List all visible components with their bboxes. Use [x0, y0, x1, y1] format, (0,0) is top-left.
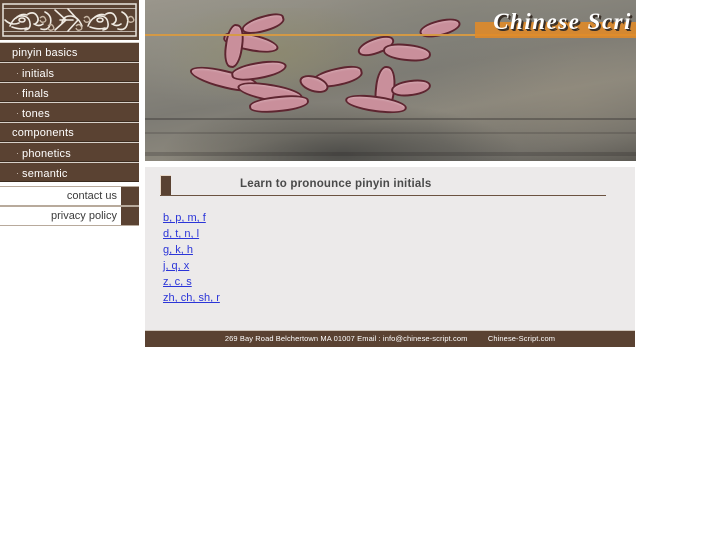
list-item: d, t, n, l	[163, 225, 220, 241]
banner: Chinese Scri	[145, 0, 636, 161]
sidebar-item-initials[interactable]: · initials	[0, 62, 139, 82]
content-panel: Learn to pronounce pinyin initials b, p,…	[145, 167, 635, 330]
square-marker-icon	[121, 207, 139, 225]
section-heading: Learn to pronounce pinyin initials	[160, 175, 620, 199]
rock-strata-line	[145, 132, 636, 134]
sidebar-item-label: pinyin basics	[12, 47, 78, 59]
sidebar-item-contact-us[interactable]: contact us	[0, 186, 139, 206]
sidebar-nav: pinyin basics · initials · finals · tones c…	[0, 42, 139, 182]
footer: 269 Bay Road Belchertown MA 01007 Email …	[145, 330, 635, 347]
list-item: j, q, x	[163, 257, 220, 273]
link-g-k-h[interactable]: g, k, h	[163, 244, 193, 256]
sidebar-item-label: tones	[22, 108, 50, 120]
banner-title-area: Chinese Scri	[475, 6, 636, 38]
sidebar-item-label: contact us	[66, 190, 117, 202]
sidebar-item-label: phonetics	[22, 148, 71, 160]
site-title: Chinese Scri	[493, 9, 632, 34]
sidebar-item-tones[interactable]: · tones	[0, 102, 139, 122]
sidebar-item-pinyin-basics[interactable]: pinyin basics	[0, 42, 139, 62]
link-zh-ch-sh-r[interactable]: zh, ch, sh, r	[163, 292, 220, 304]
link-z-c-s[interactable]: z, c, s	[163, 276, 192, 288]
sidebar-item-label: components	[12, 127, 74, 139]
list-item: b, p, m, f	[163, 209, 220, 225]
sidebar: pinyin basics · initials · finals · tones c…	[0, 0, 139, 226]
initials-link-list: b, p, m, f d, t, n, l g, k, h j, q, x z,…	[163, 209, 220, 305]
list-item: zh, ch, sh, r	[163, 289, 220, 305]
rock-strata-line	[145, 152, 636, 156]
footer-site-name: Chinese-Script.com	[487, 334, 556, 343]
sidebar-item-semantic[interactable]: · semantic	[0, 162, 139, 182]
list-item: z, c, s	[163, 273, 220, 289]
square-marker-icon	[121, 187, 139, 205]
chinese-bronze-motif-icon	[0, 0, 139, 40]
site-logo[interactable]	[0, 0, 139, 42]
link-d-t-n-l[interactable]: d, t, n, l	[163, 228, 199, 240]
rock-strata-line	[145, 118, 636, 120]
page-title: Learn to pronounce pinyin initials	[240, 178, 432, 190]
link-b-p-m-f[interactable]: b, p, m, f	[163, 212, 206, 224]
sidebar-item-label: initials	[22, 68, 55, 80]
sidebar-item-components[interactable]: components	[0, 122, 139, 142]
sidebar-item-privacy-policy[interactable]: privacy policy	[0, 206, 139, 226]
link-j-q-x[interactable]: j, q, x	[163, 260, 189, 272]
sidebar-item-finals[interactable]: · finals	[0, 82, 139, 102]
sidebar-item-label: privacy policy	[50, 210, 117, 222]
sidebar-item-label: semantic	[22, 168, 68, 180]
sidebar-item-phonetics[interactable]: · phonetics	[0, 142, 139, 162]
list-item: g, k, h	[163, 241, 220, 257]
footer-address: 269 Bay Road Belchertown MA 01007 Email …	[224, 334, 468, 343]
heading-marker-icon	[160, 175, 171, 195]
heading-divider	[160, 195, 606, 196]
sidebar-item-label: finals	[22, 88, 49, 100]
